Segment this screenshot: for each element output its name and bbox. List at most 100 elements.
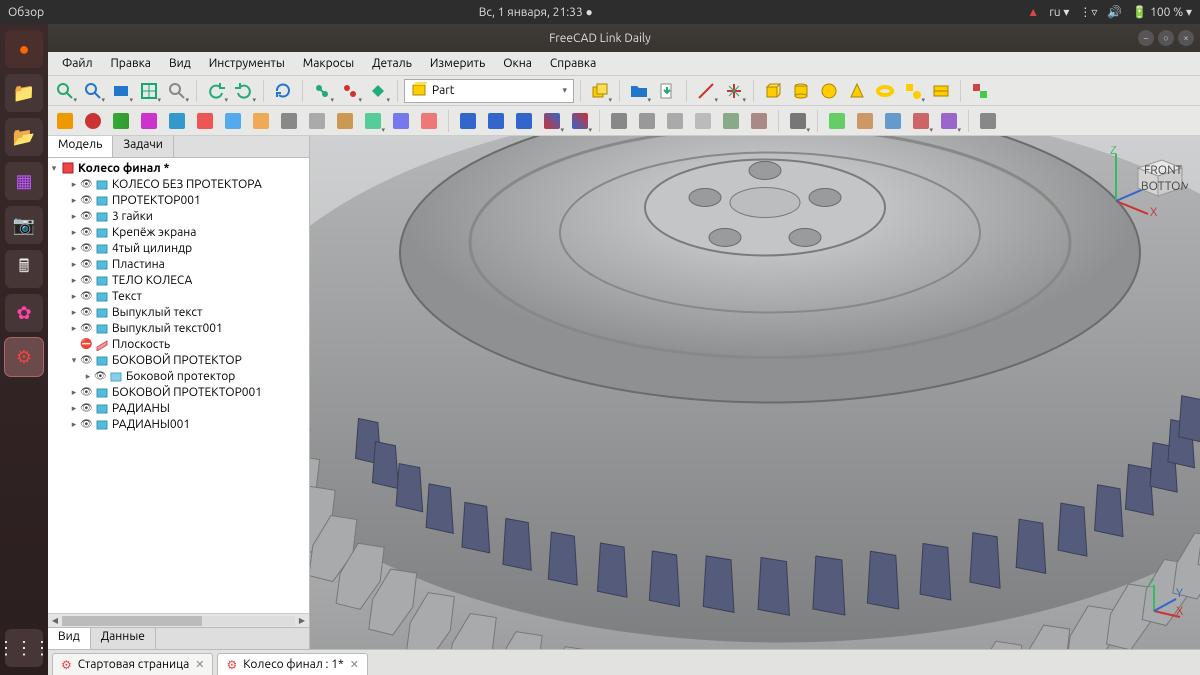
cube-icon[interactable]	[760, 78, 786, 104]
tree-item[interactable]: ▸👁Выпуклый текст	[48, 304, 309, 320]
tab-tasks[interactable]: Задачи	[113, 136, 174, 157]
zoom-select-icon[interactable]	[80, 78, 106, 104]
minimize-button[interactable]: –	[1138, 30, 1154, 46]
comp3-icon[interactable]	[746, 108, 772, 134]
bool-split-icon[interactable]	[539, 108, 565, 134]
offset3d-icon[interactable]	[332, 108, 358, 134]
launcher-files[interactable]: 📁	[5, 74, 43, 112]
undo-icon[interactable]	[203, 78, 229, 104]
3d-viewport[interactable]: Z X Y FRONT BOTTOM Z X Y	[310, 136, 1200, 649]
launcher-folder[interactable]: 📂	[5, 118, 43, 156]
revolve-icon[interactable]	[80, 108, 106, 134]
menu-file[interactable]: Файл	[54, 55, 101, 72]
battery-indicator[interactable]: 🔋 100 % ▾	[1132, 5, 1192, 19]
chamfer-icon[interactable]	[164, 108, 190, 134]
tree-item[interactable]: ▸👁Боковой протектор	[48, 368, 309, 384]
redo-icon[interactable]	[231, 78, 257, 104]
bool-common-icon[interactable]	[511, 108, 537, 134]
torus-icon[interactable]	[872, 78, 898, 104]
tab-view[interactable]: Вид	[48, 628, 91, 649]
solid-icon[interactable]	[662, 108, 688, 134]
meas-linear-icon[interactable]	[785, 108, 811, 134]
bool-cut-icon[interactable]	[455, 108, 481, 134]
comp2-icon[interactable]	[718, 108, 744, 134]
volume-icon[interactable]: 🔊	[1107, 5, 1122, 19]
primitives-icon[interactable]	[900, 78, 926, 104]
tree-item[interactable]: ▸👁Выпуклый текст001	[48, 320, 309, 336]
thickness-icon[interactable]	[388, 108, 414, 134]
draw-style-icon[interactable]	[108, 78, 134, 104]
keyboard-layout[interactable]: ru ▾	[1049, 5, 1069, 19]
launcher-firefox[interactable]: ●	[5, 30, 43, 68]
tree-item[interactable]: ▸👁Пластина	[48, 256, 309, 272]
close-icon[interactable]: ✕	[350, 658, 359, 671]
section-icon[interactable]	[276, 108, 302, 134]
model-tree[interactable]: ▾Колесо финал *▸👁КОЛЕСО БЕЗ ПРОТЕКТОРА▸👁…	[48, 158, 309, 613]
close-button[interactable]: ×	[1178, 30, 1194, 46]
comp-icon[interactable]	[690, 108, 716, 134]
fillet-icon[interactable]	[136, 108, 162, 134]
doc-tab[interactable]: ⚙Стартовая страница✕	[52, 653, 213, 675]
check-geometry-icon[interactable]	[967, 78, 993, 104]
menu-measure[interactable]: Измерить	[422, 55, 493, 72]
sweep-icon[interactable]	[248, 108, 274, 134]
link-nav-icon[interactable]	[365, 78, 391, 104]
menu-edit[interactable]: Правка	[103, 55, 159, 72]
menu-view[interactable]: Вид	[161, 55, 199, 72]
workbench-selector[interactable]: Part	[404, 79, 574, 103]
tree-item[interactable]: ▸👁ПРОТЕКТОР001	[48, 192, 309, 208]
open-recent-icon[interactable]	[626, 78, 652, 104]
measure-icon[interactable]	[164, 78, 190, 104]
tree-item[interactable]: ⛔Плоскость	[48, 336, 309, 352]
close-icon[interactable]: ✕	[195, 658, 204, 671]
menu-tools[interactable]: Инструменты	[201, 55, 293, 72]
tree-root[interactable]: ▾Колесо финал *	[48, 160, 309, 176]
axis-icon[interactable]	[693, 78, 719, 104]
bool-frag-icon[interactable]	[567, 108, 593, 134]
zoom-fit-icon[interactable]	[52, 78, 78, 104]
tree-item[interactable]: ▸👁ТЕЛО КОЛЕСА	[48, 272, 309, 288]
tab-model[interactable]: Модель	[48, 136, 113, 157]
export-icon[interactable]	[654, 78, 680, 104]
cylinder-icon[interactable]	[788, 78, 814, 104]
defeaturing-icon[interactable]	[852, 108, 878, 134]
launcher-app1[interactable]: ▦	[5, 162, 43, 200]
extrude-icon[interactable]	[52, 108, 78, 134]
attach-icon[interactable]	[880, 108, 906, 134]
maximize-button[interactable]: ○	[1158, 30, 1174, 46]
launcher-calc[interactable]: 🖩	[5, 250, 43, 288]
network-icon[interactable]: ⋮▿	[1079, 5, 1097, 19]
launcher-apps-grid[interactable]: ⋮⋮⋮	[5, 629, 43, 667]
tree-item[interactable]: ▸👁БОКОВОЙ ПРОТЕКТОР001	[48, 384, 309, 400]
clock[interactable]: Вс, 1 января, 21:33 ●	[44, 5, 1027, 19]
link-make-icon[interactable]	[309, 78, 335, 104]
tree-item[interactable]: ▸👁РАДИАНЫ001	[48, 416, 309, 432]
make-compound-icon[interactable]	[587, 78, 613, 104]
doc-tab[interactable]: ⚙Колесо финал : 1*✕	[217, 653, 367, 675]
proj-icon[interactable]	[416, 108, 442, 134]
launcher-app2[interactable]: ✿	[5, 294, 43, 332]
refresh-icon[interactable]	[270, 78, 296, 104]
tree-item[interactable]: ▸👁Текст	[48, 288, 309, 304]
tree-hscroll[interactable]: ◀▶	[48, 613, 309, 627]
tree-item[interactable]: ▸👁3 гайки	[48, 208, 309, 224]
tree-item[interactable]: ▸👁РАДИАНЫ	[48, 400, 309, 416]
tree-item[interactable]: ▸👁4тый цилиндр	[48, 240, 309, 256]
launcher-freecad[interactable]: ⚙	[5, 338, 43, 376]
appearance-icon[interactable]	[936, 108, 962, 134]
color-icon[interactable]	[908, 108, 934, 134]
shapebuilder-icon[interactable]	[928, 78, 954, 104]
activities-button[interactable]: Обзор	[8, 6, 44, 19]
cross-icon[interactable]	[304, 108, 330, 134]
tree-item[interactable]: ▸👁Крепёж экрана	[48, 224, 309, 240]
launcher-screenshot[interactable]: 📷	[5, 206, 43, 244]
menu-help[interactable]: Справка	[542, 55, 604, 72]
sphere-icon[interactable]	[816, 78, 842, 104]
loft-icon[interactable]	[220, 108, 246, 134]
tab-data[interactable]: Данные	[91, 628, 156, 649]
menu-windows[interactable]: Окна	[495, 55, 540, 72]
tree-item[interactable]: ▾👁БОКОВОЙ ПРОТЕКТОР	[48, 352, 309, 368]
bool-union-icon[interactable]	[483, 108, 509, 134]
datum-icon[interactable]	[721, 78, 747, 104]
tree-item[interactable]: ▸👁КОЛЕСО БЕЗ ПРОТЕКТОРА	[48, 176, 309, 192]
